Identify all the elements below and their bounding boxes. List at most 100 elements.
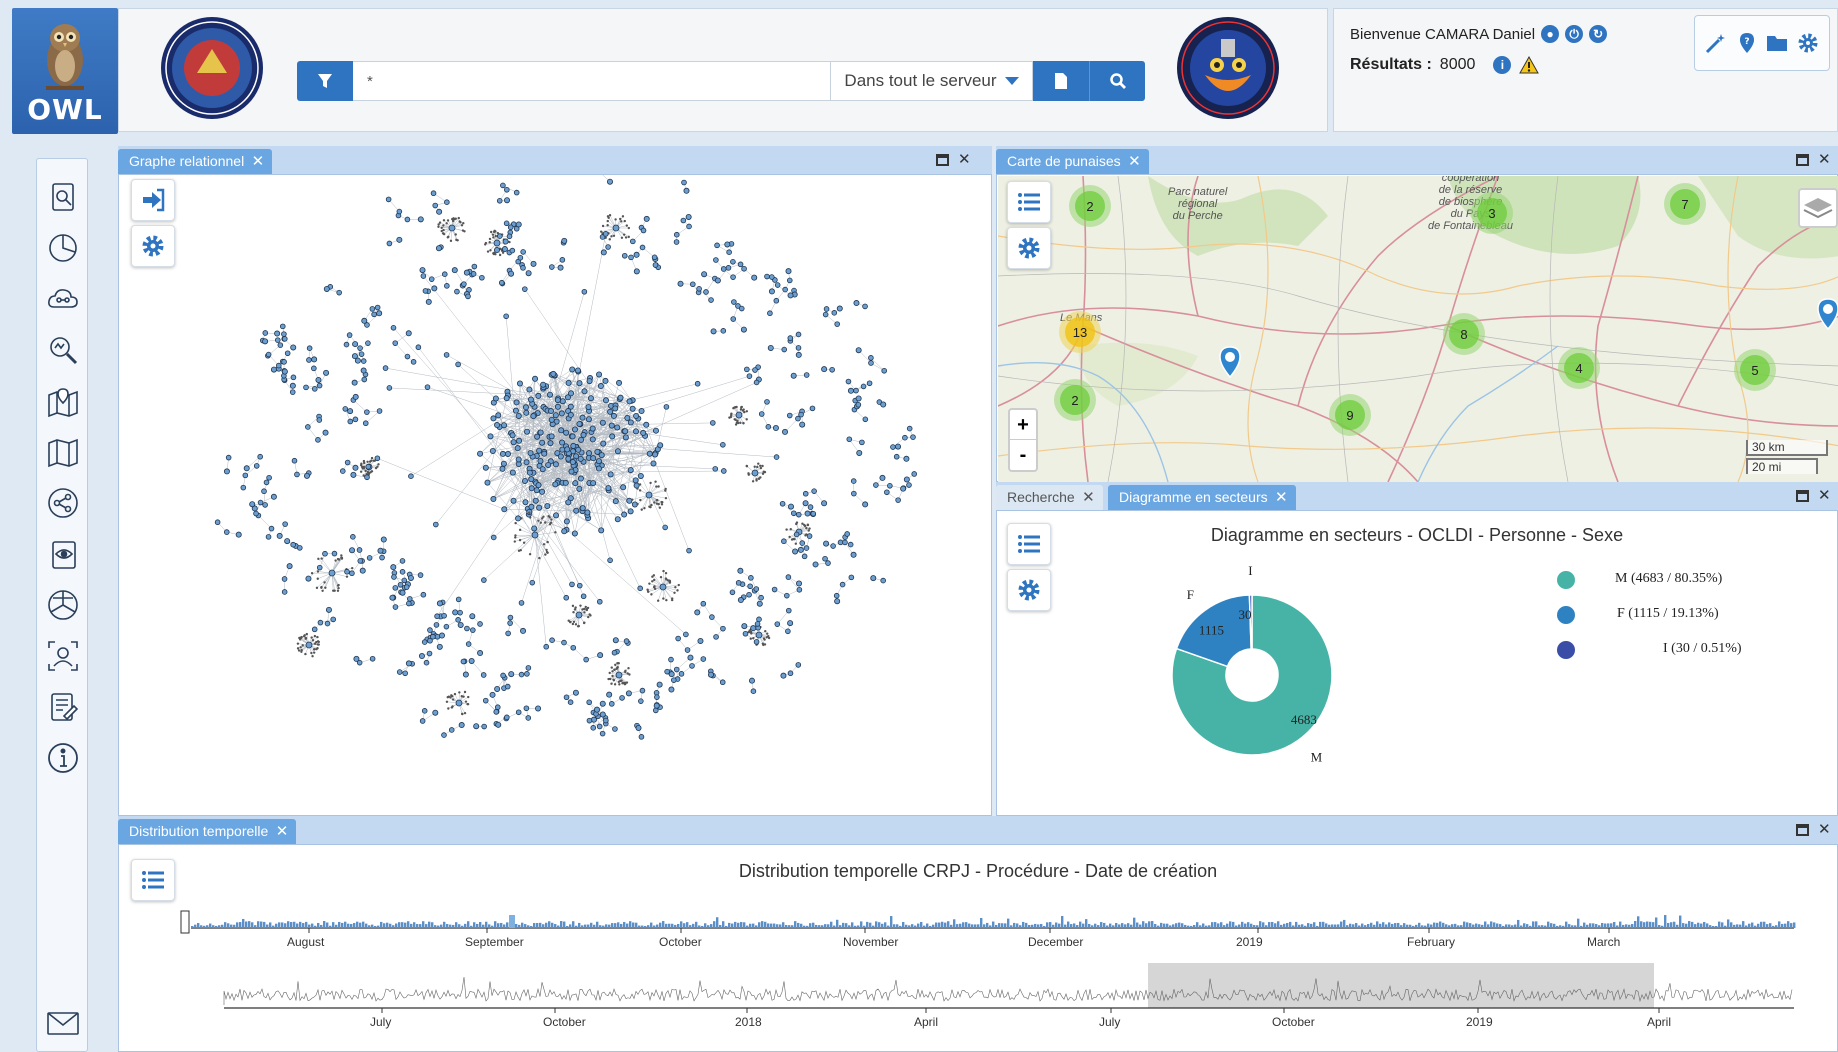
pie-value-label: 1115 bbox=[1199, 623, 1224, 638]
magic-wand-icon[interactable] bbox=[1704, 31, 1728, 55]
list-icon bbox=[1018, 535, 1040, 553]
bottom-axis-label: April bbox=[1647, 1015, 1672, 1029]
zoom-out-button[interactable]: - bbox=[1010, 440, 1036, 470]
map-cluster[interactable]: 9 bbox=[1329, 394, 1371, 436]
results-count: 8000 bbox=[1439, 56, 1476, 73]
close-icon[interactable]: ✕ bbox=[1128, 149, 1141, 174]
maximize-icon[interactable] bbox=[1796, 154, 1809, 166]
cloud-share-icon[interactable] bbox=[45, 281, 81, 317]
maximize-icon[interactable] bbox=[936, 154, 949, 166]
tab-distribution-temporelle[interactable]: Distribution temporelle ✕ bbox=[118, 819, 297, 844]
map-cluster[interactable]: 5 bbox=[1734, 349, 1776, 391]
legend-item-m: M (4683 / 80.35%) bbox=[1615, 571, 1723, 586]
pie-value-label: 30 bbox=[1239, 607, 1252, 622]
maximize-icon[interactable] bbox=[1796, 824, 1809, 836]
sign-in-icon bbox=[143, 188, 165, 212]
tab-carte-label: Carte de punaises bbox=[1007, 153, 1121, 169]
bottom-axis-label: July bbox=[1099, 1015, 1121, 1029]
gear-icon bbox=[142, 235, 164, 257]
close-icon[interactable]: ✕ bbox=[1818, 820, 1831, 838]
zoom-in-button[interactable]: + bbox=[1010, 410, 1036, 440]
close-icon[interactable]: ✕ bbox=[1082, 485, 1095, 510]
info-circle-icon[interactable]: i bbox=[1493, 56, 1512, 74]
close-icon[interactable]: ✕ bbox=[1275, 485, 1288, 510]
gear-icon[interactable] bbox=[1796, 31, 1820, 55]
filter-icon bbox=[318, 74, 332, 88]
map-pin-icon[interactable] bbox=[1816, 298, 1838, 330]
scale-km: 30 km bbox=[1746, 440, 1828, 456]
warning-icon[interactable] bbox=[1519, 56, 1540, 74]
pie-category-label: I bbox=[1248, 563, 1252, 578]
search-button[interactable] bbox=[1089, 61, 1145, 101]
close-icon[interactable]: ✕ bbox=[958, 150, 971, 168]
edit-doc-icon[interactable] bbox=[45, 689, 81, 725]
map-tabbar: Carte de punaises ✕ ✕ bbox=[996, 146, 1838, 174]
top-axis-label: February bbox=[1407, 935, 1456, 949]
map-settings-button[interactable] bbox=[1007, 227, 1051, 269]
map-cluster[interactable]: 8 bbox=[1443, 313, 1485, 355]
close-icon[interactable]: ✕ bbox=[1818, 486, 1831, 504]
relation-graph-canvas[interactable] bbox=[119, 175, 991, 815]
eye-doc-icon[interactable] bbox=[45, 536, 81, 572]
search-doc-icon[interactable] bbox=[45, 179, 81, 215]
legend-dot-f bbox=[1557, 606, 1575, 624]
folder-icon[interactable] bbox=[1765, 31, 1789, 55]
map-canvas[interactable]: Parc naturel régional du Perche coopératio… bbox=[998, 176, 1838, 482]
pin-help-icon[interactable]: ? bbox=[1735, 31, 1759, 55]
timeline-panel: Distribution temporelle CRPJ - Procédure… bbox=[118, 844, 1838, 1052]
map-scale: 30 km 20 mi bbox=[1746, 440, 1828, 476]
zoom-search-icon[interactable] bbox=[45, 332, 81, 368]
top-axis-label: December bbox=[1028, 935, 1084, 949]
map-cluster[interactable]: 3 bbox=[1471, 192, 1513, 234]
tab-recherche[interactable]: Recherche ✕ bbox=[996, 485, 1103, 510]
map-icon[interactable] bbox=[45, 434, 81, 470]
tab-diagramme-en-secteurs[interactable]: Diagramme en secteurs ✕ bbox=[1108, 485, 1296, 510]
power-icon[interactable]: ⏻ bbox=[1565, 25, 1584, 43]
user-focus-icon[interactable] bbox=[45, 638, 81, 674]
mail-icon[interactable] bbox=[45, 1005, 81, 1041]
svg-text:?: ? bbox=[1744, 37, 1749, 47]
close-icon[interactable]: ✕ bbox=[276, 819, 289, 844]
tab-graphe-relationnel[interactable]: Graphe relationnel ✕ bbox=[118, 149, 273, 174]
pie-category-label: M bbox=[1311, 750, 1323, 765]
scope-select[interactable]: Dans tout le serveur bbox=[831, 61, 1033, 101]
pie-settings-button[interactable] bbox=[1007, 569, 1051, 611]
close-icon[interactable]: ✕ bbox=[252, 149, 265, 174]
bottom-axis-label: October bbox=[543, 1015, 586, 1029]
owl-logo[interactable]: OWL bbox=[12, 8, 118, 134]
map-cluster[interactable]: 13 bbox=[1059, 311, 1101, 353]
maximize-icon[interactable] bbox=[1796, 490, 1809, 502]
map-cluster[interactable]: 4 bbox=[1558, 347, 1600, 389]
user-icon[interactable]: ● bbox=[1541, 25, 1560, 43]
map-cluster[interactable]: 2 bbox=[1069, 185, 1111, 227]
toolbar-actions: ? bbox=[1694, 15, 1830, 71]
map-cluster[interactable]: 2 bbox=[1054, 379, 1096, 421]
top-axis-label: September bbox=[465, 935, 524, 949]
close-icon[interactable]: ✕ bbox=[1818, 150, 1831, 168]
export-file-button[interactable] bbox=[1033, 61, 1089, 101]
search-input[interactable] bbox=[353, 61, 831, 101]
tab-carte-de-punaises[interactable]: Carte de punaises ✕ bbox=[996, 149, 1149, 174]
graph-settings-button[interactable] bbox=[131, 225, 175, 267]
refresh-icon[interactable]: ↻ bbox=[1589, 25, 1608, 43]
map-list-button[interactable] bbox=[1007, 181, 1051, 223]
map-pin-icon[interactable] bbox=[1218, 346, 1242, 378]
info-icon[interactable] bbox=[45, 740, 81, 776]
share-nodes-icon[interactable] bbox=[45, 485, 81, 521]
map-pin-icon[interactable] bbox=[45, 383, 81, 419]
filter-button[interactable] bbox=[297, 61, 353, 101]
chart-pie-icon[interactable] bbox=[45, 230, 81, 266]
graph-nodes bbox=[214, 178, 918, 740]
legend-item-i: I (30 / 0.51%) bbox=[1663, 641, 1742, 656]
user-info: Bienvenue CAMARA Daniel ● ⏻ ↻ Résultats … bbox=[1333, 8, 1838, 132]
import-button[interactable] bbox=[131, 179, 175, 221]
owl-mascot-icon bbox=[46, 24, 84, 90]
map-cluster[interactable]: 7 bbox=[1664, 183, 1706, 225]
layers-button[interactable] bbox=[1798, 188, 1838, 228]
pie-chart[interactable]: 4683 M 1115 F 30 I bbox=[997, 511, 1838, 817]
tab-graphe-label: Graphe relationnel bbox=[129, 153, 245, 169]
network-circle-icon[interactable] bbox=[45, 587, 81, 623]
service-central-emblem bbox=[159, 15, 265, 121]
pie-list-button[interactable] bbox=[1007, 523, 1051, 565]
zoom-controls: + - bbox=[1008, 408, 1038, 472]
